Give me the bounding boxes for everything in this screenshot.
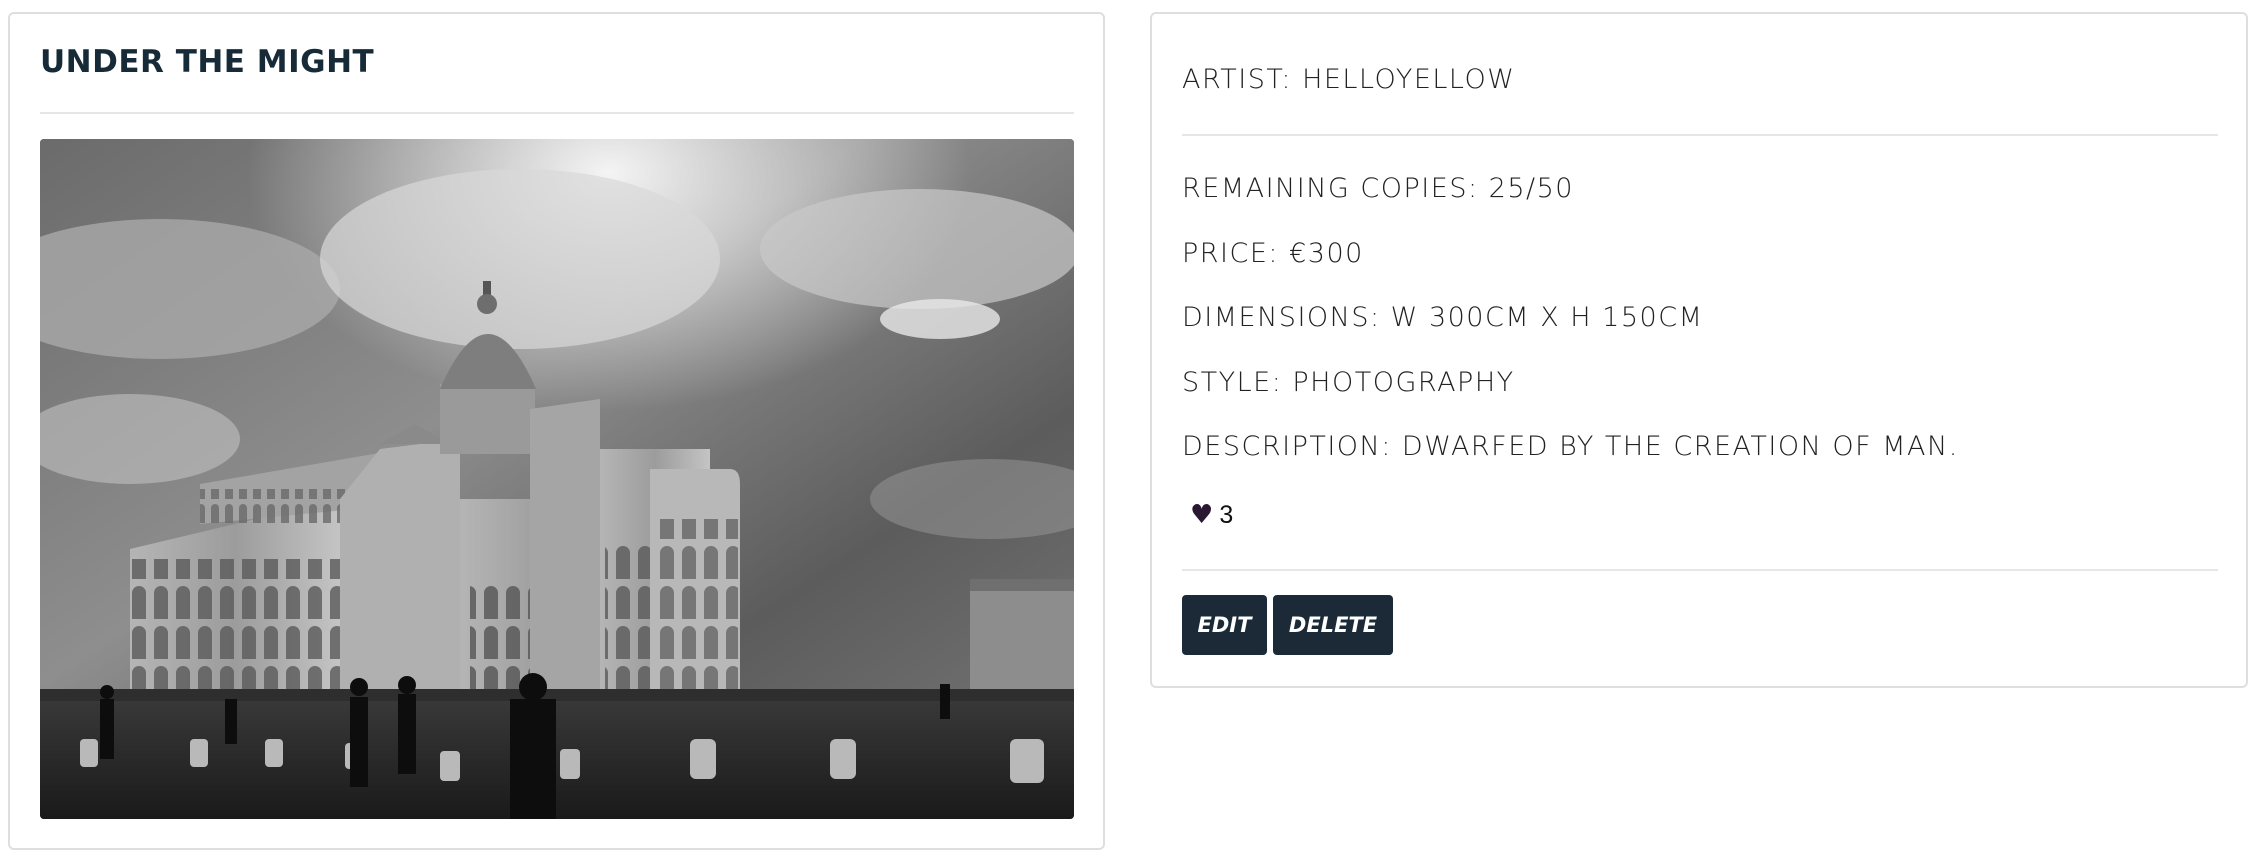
- actions-divider: [1182, 569, 2218, 571]
- dimensions-text: DIMENSIONS: W 300CM X H 150CM: [1182, 302, 1704, 333]
- artist-text: ARTIST: HELLOYELLOW: [1182, 64, 1516, 95]
- like-count: 3: [1219, 500, 1234, 529]
- heart-icon[interactable]: ♥: [1190, 502, 1213, 528]
- description-text: DESCRIPTION: DWARFED BY THE CREATION OF …: [1182, 431, 1959, 462]
- style-text: STYLE: PHOTOGRAPHY: [1182, 367, 1515, 398]
- artwork-photo: [40, 139, 1074, 819]
- remaining-copies-text: REMAINING COPIES: 25/50: [1182, 173, 1574, 204]
- like-counter[interactable]: ♥ 3: [1190, 502, 1233, 528]
- edit-button[interactable]: EDIT: [1182, 595, 1267, 655]
- artwork-details-card: ARTIST: HELLOYELLOW REMAINING COPIES: 25…: [1150, 12, 2248, 688]
- title-divider: [40, 112, 1074, 114]
- delete-button[interactable]: DELETE: [1273, 595, 1393, 655]
- price-text: PRICE: €300: [1182, 238, 1364, 269]
- artwork-image-card: UNDER THE MIGHT: [8, 12, 1105, 850]
- artwork-detail-page: UNDER THE MIGHT ARTIST: HELLOYELLOW REMA…: [0, 0, 2258, 860]
- artwork-title: UNDER THE MIGHT: [40, 44, 375, 80]
- artist-divider: [1182, 134, 2218, 136]
